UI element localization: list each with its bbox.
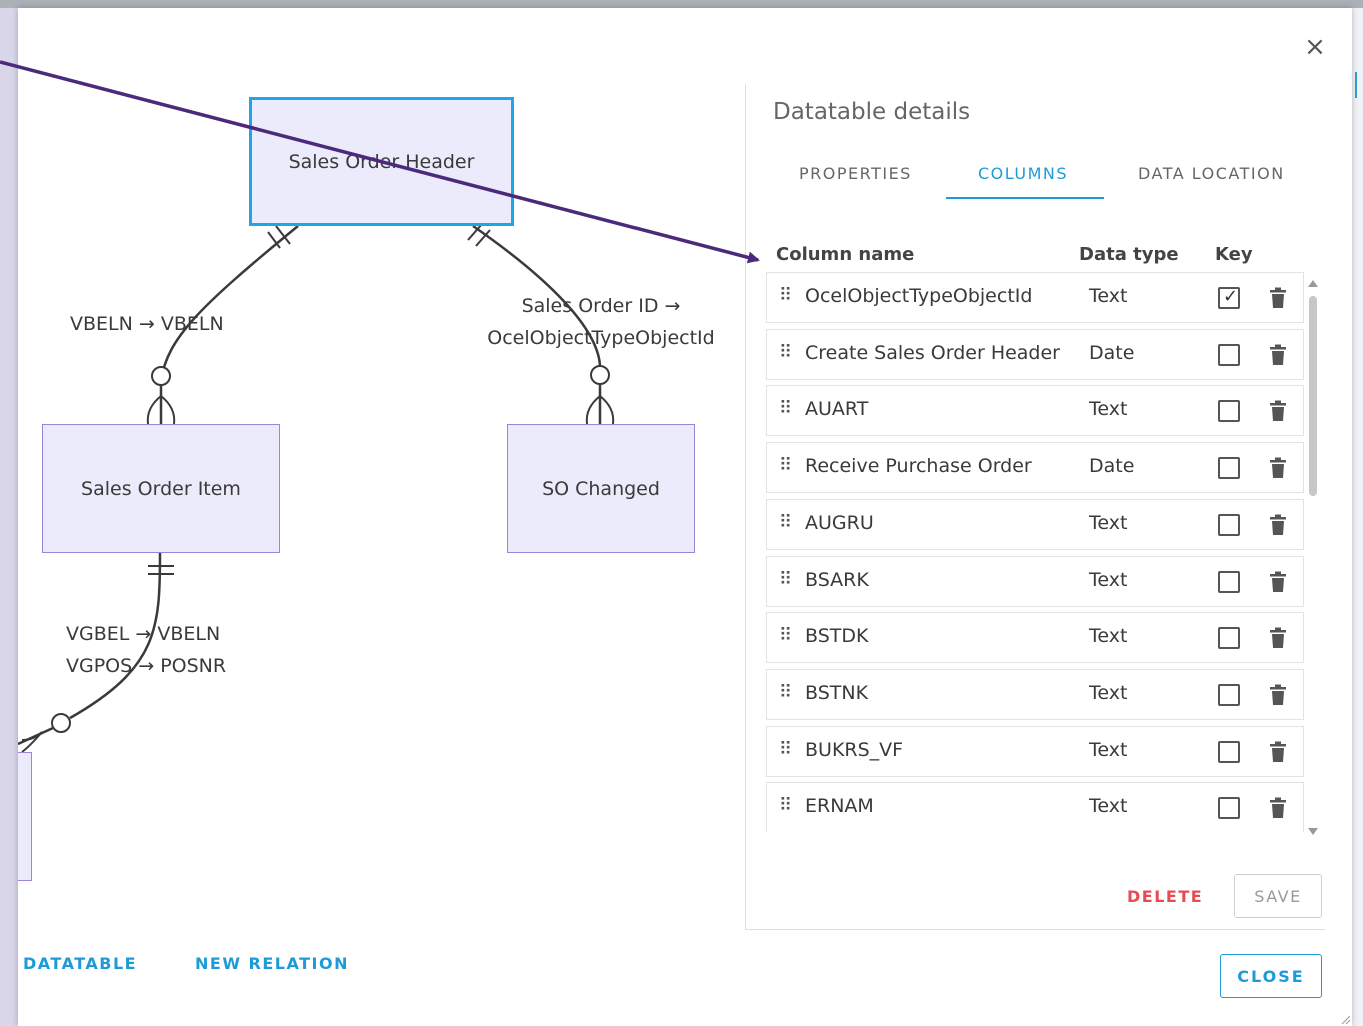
column-type[interactable]: Text (1089, 682, 1127, 704)
column-name: BSTDK (805, 625, 869, 648)
column-type[interactable]: Text (1089, 285, 1127, 307)
column-type[interactable]: Text (1089, 795, 1127, 817)
trash-icon[interactable] (1269, 400, 1287, 422)
node-sales-order-header[interactable]: Sales Order Header (249, 97, 514, 226)
column-row[interactable]: ⠿ AUGRU Text (766, 498, 1304, 550)
scroll-up-arrow-icon[interactable] (1308, 280, 1318, 287)
column-header-name: Column name (776, 244, 915, 265)
column-row[interactable]: ⠿ AUART Text (766, 385, 1304, 437)
key-checkbox[interactable] (1218, 627, 1240, 650)
node-sales-order-item[interactable]: Sales Order Item (42, 424, 280, 553)
key-checkbox[interactable] (1218, 343, 1240, 366)
relation-label-line: Sales Order ID → (521, 295, 681, 317)
active-tab-indicator (946, 197, 1104, 199)
drag-handle-icon[interactable]: ⠿ (779, 795, 792, 816)
trash-icon[interactable] (1269, 344, 1287, 366)
key-checkbox[interactable] (1218, 797, 1240, 820)
drag-handle-icon[interactable]: ⠿ (779, 285, 792, 306)
column-name: Create Sales Order Header (805, 341, 1060, 364)
drag-handle-icon[interactable]: ⠿ (779, 569, 792, 590)
drag-handle-icon[interactable]: ⠿ (779, 342, 792, 363)
column-row[interactable]: ⠿ ERNAM Text (766, 782, 1304, 832)
column-type[interactable]: Text (1089, 625, 1127, 647)
column-type[interactable]: Text (1089, 512, 1127, 534)
close-button[interactable]: CLOSE (1220, 954, 1322, 998)
node-label: Sales Order Item (81, 477, 241, 500)
trash-icon[interactable] (1269, 627, 1287, 649)
tab-data-location[interactable]: DATA LOCATION (1138, 164, 1285, 183)
key-checkbox[interactable] (1218, 513, 1240, 536)
panel-title: Datatable details (773, 99, 971, 125)
key-checkbox[interactable] (1218, 400, 1240, 423)
column-row[interactable]: ⠿ Create Sales Order Header Date (766, 328, 1304, 380)
column-name: BSARK (805, 568, 869, 591)
drag-handle-icon[interactable]: ⠿ (779, 625, 792, 646)
trash-icon[interactable] (1269, 287, 1287, 309)
column-header-key: Key (1215, 244, 1253, 265)
save-button[interactable]: SAVE (1234, 874, 1322, 918)
node-offscreen-table[interactable] (18, 752, 32, 881)
node-label: Sales Order Header (288, 150, 475, 173)
key-checkbox[interactable] (1218, 570, 1240, 593)
column-name: AUGRU (805, 511, 874, 534)
trash-icon[interactable] (1269, 684, 1287, 706)
column-name: BSTNK (805, 681, 869, 704)
tab-columns[interactable]: COLUMNS (978, 164, 1068, 183)
trash-icon[interactable] (1269, 797, 1287, 819)
relation-label-line: OcelObjectTypeObjectId (487, 327, 715, 349)
relation-label-line: VGBEL → VBELN (66, 623, 221, 645)
key-checkbox[interactable] (1218, 683, 1240, 706)
columns-list: ⠿ OcelObjectTypeObjectId Text ✓ ⠿ Create Sale… (766, 272, 1306, 832)
delete-button[interactable]: DELETE (1127, 887, 1203, 906)
column-type[interactable]: Text (1089, 569, 1127, 591)
check-icon: ✓ (1223, 286, 1239, 307)
column-header-type: Data type (1079, 244, 1179, 265)
column-row[interactable]: ⠿ BSARK Text (766, 555, 1304, 607)
key-checkbox[interactable]: ✓ (1218, 286, 1240, 309)
column-type[interactable]: Text (1089, 739, 1127, 761)
column-name: AUART (805, 398, 869, 421)
drag-handle-icon[interactable]: ⠿ (779, 739, 792, 760)
trash-icon[interactable] (1269, 741, 1287, 763)
node-label: SO Changed (542, 477, 660, 500)
column-row[interactable]: ⠿ BSTNK Text (766, 668, 1304, 720)
column-name: BUKRS_VF (805, 738, 904, 761)
close-icon[interactable]: × (1302, 34, 1328, 60)
key-checkbox[interactable] (1218, 740, 1240, 763)
column-name: OcelObjectTypeObjectId (805, 285, 1033, 307)
relation-label-header-item[interactable]: VBELN → VBELN (70, 308, 224, 340)
column-name: Receive Purchase Order (805, 455, 1032, 478)
relation-label-line: VGPOS → POSNR (66, 655, 227, 677)
datamodel-dialog: Sales Order Header Sales Order Item SO C… (18, 8, 1352, 1026)
relation-label-header-changed[interactable]: Sales Order ID → OcelObjectTypeObjectId (478, 290, 724, 354)
drag-handle-icon[interactable]: ⠿ (779, 455, 792, 476)
scroll-down-arrow-icon[interactable] (1308, 828, 1318, 835)
column-row[interactable]: ⠿ BSTDK Text (766, 612, 1304, 664)
scroll-thumb[interactable] (1309, 296, 1317, 496)
relation-label-item-next[interactable]: VGBEL → VBELN VGPOS → POSNR (66, 618, 226, 682)
column-type[interactable]: Date (1089, 342, 1134, 364)
top-band (0, 0, 1363, 8)
drag-handle-icon[interactable]: ⠿ (779, 512, 792, 533)
drag-handle-icon[interactable]: ⠿ (779, 398, 792, 419)
column-row[interactable]: ⠿ BUKRS_VF Text (766, 725, 1304, 777)
trash-icon[interactable] (1269, 571, 1287, 593)
trash-icon[interactable] (1269, 457, 1287, 479)
node-so-changed[interactable]: SO Changed (507, 424, 695, 553)
resize-grip-icon[interactable] (1340, 1014, 1350, 1024)
column-type[interactable]: Text (1089, 398, 1127, 420)
datatable-details-panel: Datatable details PROPERTIES COLUMNS DAT… (745, 84, 1325, 930)
tab-properties[interactable]: PROPERTIES (799, 164, 912, 183)
column-type[interactable]: Date (1089, 455, 1134, 477)
new-datatable-button[interactable]: DATATABLE (23, 954, 137, 973)
background-page-edge (1352, 8, 1363, 1026)
new-relation-button[interactable]: NEW RELATION (195, 954, 349, 973)
column-row[interactable]: ⠿ Receive Purchase Order Date (766, 442, 1304, 494)
column-name: ERNAM (805, 795, 874, 818)
trash-icon[interactable] (1269, 514, 1287, 536)
column-row[interactable]: ⠿ OcelObjectTypeObjectId Text ✓ (766, 272, 1304, 323)
columns-scrollbar[interactable] (1308, 280, 1318, 836)
key-checkbox[interactable] (1218, 457, 1240, 480)
drag-handle-icon[interactable]: ⠿ (779, 682, 792, 703)
